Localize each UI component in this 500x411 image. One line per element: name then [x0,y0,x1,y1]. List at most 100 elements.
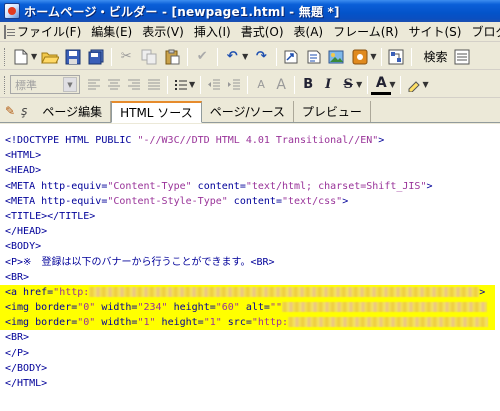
tab-html-source[interactable]: HTML ソース [111,101,202,123]
menu-view[interactable]: 表示(V) [137,23,189,41]
menu-blog[interactable]: ブログ(B) [466,23,500,41]
bold-button[interactable]: B [298,75,318,95]
list-icon[interactable] [171,75,191,95]
source-line: </HEAD> [5,226,48,238]
source-line: </P> [5,347,30,359]
toolbar-separator [111,47,113,66]
document-icon[interactable] [4,24,15,39]
menu-edit[interactable]: 編集(E) [86,23,137,41]
style-dropdown-icon[interactable]: ▼ [356,80,362,89]
menu-insert[interactable]: 挿入(I) [189,23,236,41]
source-line: <TITLE></TITLE> [5,210,96,222]
menu-format[interactable]: 書式(O) [236,23,289,41]
font-size-down-icon[interactable]: A [251,75,271,95]
search-list-icon[interactable] [451,46,473,68]
outdent-icon[interactable] [204,75,224,95]
paragraph-style-value: 標準 [15,78,37,92]
site-manager-icon[interactable] [385,46,407,68]
indent-icon[interactable] [224,75,244,95]
source-line: </BODY> [5,362,48,374]
source-line: <BODY> [5,241,42,253]
menu-bar: ファイル(F) 編集(E) 表示(V) 挿入(I) 書式(O) 表(A) フレー… [0,22,500,42]
toolbar-separator [367,75,369,94]
source-line: <!DOCTYPE HTML PUBLIC "-//W3C//DTD HTML … [5,135,385,146]
copy-icon[interactable] [138,46,160,68]
source-line: <BR> [5,271,30,283]
menu-frame[interactable]: フレーム(R) [328,23,403,41]
menu-file[interactable]: ファイル(F) [12,23,86,41]
highlighted-source-line: <img border="0" width="234" height="60" … [0,300,495,316]
font-color-button[interactable]: A [371,75,392,95]
redacted-url [282,302,487,313]
cut-icon[interactable]: ✂ [115,46,137,68]
toolbar-separator [294,75,296,94]
font-color-dropdown-icon[interactable]: ▼ [389,80,395,89]
redacted-url [89,286,480,297]
menu-table[interactable]: 表(A) [289,23,329,41]
toolbar-grip[interactable] [4,75,7,94]
toolbar-grip[interactable] [4,47,7,66]
insert-image-icon[interactable] [326,46,348,68]
spell-icon[interactable]: ş [21,104,27,118]
source-line: <HTML> [5,150,42,162]
redo-icon[interactable]: ↷ [250,46,272,68]
insert-text-icon[interactable] [303,46,325,68]
new-file-dropdown-icon[interactable]: ▼ [31,52,37,61]
paste-icon[interactable] [161,46,183,68]
source-line: <HEAD> [5,165,42,177]
toolbar-separator [247,75,249,94]
pencil-icon[interactable]: ✎ [5,104,15,118]
toolbar-separator [217,47,219,66]
search-button[interactable]: 検索 [419,48,451,65]
align-center-icon[interactable] [104,75,124,95]
new-file-icon[interactable] [10,46,32,68]
toolbar-separator [187,47,189,66]
list-dropdown-icon[interactable]: ▼ [189,80,195,89]
tab-page-source[interactable]: ページ/ソース [202,101,294,122]
toolbar-separator [400,75,402,94]
source-line: </HTML> [5,378,48,389]
save-all-icon[interactable] [85,46,107,68]
italic-button[interactable]: I [318,75,338,95]
paragraph-style-select[interactable]: 標準 ▼ [10,75,80,94]
view-tab-bar: ✎ ş ページ編集 HTML ソース ページ/ソース プレビュー [0,99,500,123]
redacted-url [288,317,488,328]
highlighted-source-line: <img border="0" width="1" height="1" src… [0,315,495,331]
format-toolbar: 標準 ▼ ▼ A A B I S ▼ A ▼ ▼ [0,72,500,98]
tab-page-edit[interactable]: ページ編集 [34,101,112,122]
highlight-icon[interactable] [404,75,424,95]
html-source-editor[interactable]: <!DOCTYPE HTML PUBLIC "-//W3C//DTD HTML … [0,124,500,411]
source-line: <BR> [5,332,30,344]
justify-icon[interactable] [144,75,164,95]
highlighted-source-line: <a href="http: > [0,284,495,301]
open-folder-icon[interactable] [39,46,61,68]
source-line: <P>※ 登録は以下のバナーから行うことができます。<BR> [5,256,275,268]
tab-preview[interactable]: プレビュー [294,101,371,122]
toolbar-separator [276,47,278,66]
app-icon[interactable] [4,3,20,19]
source-line: <META http-equiv="Content-Type" content=… [5,180,433,192]
undo-icon[interactable]: ↶ [221,46,243,68]
insert-media-dropdown-icon[interactable]: ▼ [370,52,376,61]
title-bar: ホームページ・ビルダー - [newpage1.html - 無題 *] [0,0,500,22]
window-title: ホームページ・ビルダー - [newpage1.html - 無題 *] [24,4,340,19]
toolbar-separator [411,47,413,66]
insert-link-icon[interactable] [280,46,302,68]
check-icon[interactable]: ✔ [191,46,213,68]
tab-icons: ✎ ş [2,100,30,122]
font-size-up-icon[interactable]: A [271,75,291,95]
toolbar-separator [167,75,168,94]
toolbar-separator [200,75,202,94]
save-icon[interactable] [62,46,84,68]
strikethrough-button[interactable]: S [338,75,358,95]
highlight-dropdown-icon[interactable]: ▼ [422,80,428,89]
insert-media-icon[interactable] [349,46,371,68]
source-line: <META http-equiv="Content-Style-Type" co… [5,195,349,207]
align-right-icon[interactable] [124,75,144,95]
chevron-down-icon: ▼ [63,77,77,92]
undo-dropdown-icon[interactable]: ▼ [242,52,248,61]
standard-toolbar: ▼ ✂ ✔ ↶ ▼ ↷ ▼ 検索 [0,44,500,70]
menu-site[interactable]: サイト(S) [403,23,466,41]
toolbar-separator [381,47,383,66]
align-left-icon[interactable] [84,75,104,95]
